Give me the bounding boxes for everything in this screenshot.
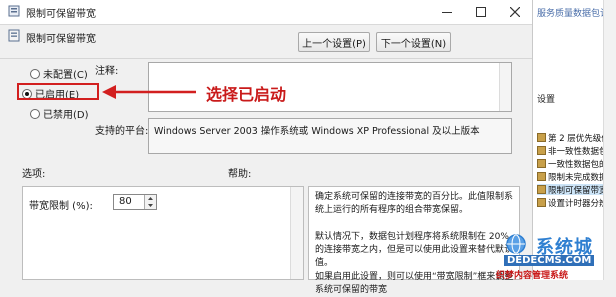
policy-item-icon: [537, 146, 546, 155]
policy-item-icon: [537, 198, 546, 207]
spin-arrows[interactable]: [144, 195, 156, 209]
comment-label: 注释:: [95, 66, 119, 77]
minimize-icon: [442, 12, 452, 13]
help-pane: 确定系统可保留的连接带宽的百分比。此值限制系统上运行的所有程序的组合带宽保留。 …: [308, 186, 520, 295]
annotation-text: 选择已启动: [206, 85, 287, 104]
annotation-highlight-box: [17, 83, 99, 100]
maximize-button[interactable]: [464, 0, 498, 24]
comment-scrollbar[interactable]: [499, 63, 511, 111]
policy-item-icon: [537, 185, 546, 194]
options-scrollbar[interactable]: [290, 187, 303, 279]
comment-textarea[interactable]: [148, 62, 512, 112]
help-paragraph: 如果启用此设置，则可以使用“带宽限制”框来调整系统可保留的带宽: [315, 272, 514, 295]
policy-setting-icon: [8, 29, 20, 42]
policy-item-icon: [537, 159, 546, 168]
help-paragraph: 确定系统可保留的连接带宽的百分比。此值限制系统上运行的所有程序的组合带宽保留。: [315, 192, 514, 215]
bandwidth-label: 带宽限制 (%):: [29, 201, 93, 212]
background-panel-section: 设置: [537, 95, 556, 105]
close-icon: [510, 7, 520, 17]
header-divider: [0, 58, 532, 59]
background-list-item[interactable]: 第 2 层优先级值: [537, 132, 610, 144]
background-list-item-selected[interactable]: 限制可保留带宽: [537, 184, 608, 196]
previous-setting-button[interactable]: 上一个设置(P): [298, 32, 370, 52]
title-bar: 限制可保留带宽: [0, 0, 532, 25]
annotation-arrow-icon: [102, 85, 196, 99]
maximize-icon: [476, 7, 486, 17]
radio-not-configured[interactable]: 未配置(C): [30, 66, 88, 81]
next-setting-button[interactable]: 下一个设置(N): [376, 32, 451, 52]
bandwidth-value[interactable]: 80: [119, 196, 132, 207]
background-list-item[interactable]: 一致性数据包的: [537, 158, 608, 170]
background-panel-header: 服务质量数据包计划程序: [537, 9, 616, 19]
policy-name: 限制可保留带宽: [26, 34, 96, 45]
radio-button[interactable]: [30, 108, 40, 119]
window-title: 限制可保留带宽: [26, 9, 96, 20]
help-label: 帮助:: [228, 169, 252, 180]
watermark: 系统城 DEDECMS.COM 织梦内容管理系统: [496, 233, 614, 281]
options-label: 选项:: [22, 169, 46, 180]
watermark-subtitle: 织梦内容管理系统: [496, 271, 569, 281]
supported-on-label: 支持的平台:: [95, 126, 149, 137]
minimize-button[interactable]: [430, 0, 464, 24]
bandwidth-spinbox[interactable]: 80: [113, 194, 157, 210]
policy-item-icon: [537, 133, 546, 142]
spin-arrows-icon: [148, 197, 153, 207]
options-pane: 带宽限制 (%): 80: [22, 186, 304, 280]
help-paragraph: 默认情况下，数据包计划程序将系统限制在 20% 的连接带宽之内，但是可以使用此设…: [315, 232, 514, 268]
supported-on-value: Windows Server 2003 操作系统或 Windows XP Pro…: [154, 126, 480, 137]
policy-app-icon: [8, 5, 20, 17]
globe-logo-icon: [506, 234, 526, 254]
policy-item-icon: [537, 172, 546, 181]
radio-disabled[interactable]: 已禁用(D): [30, 106, 89, 121]
supported-on-field: Windows Server 2003 操作系统或 Windows XP Pro…: [148, 118, 512, 154]
watermark-url: DEDECMS.COM: [504, 255, 595, 266]
radio-button[interactable]: [30, 68, 40, 79]
close-button[interactable]: [498, 0, 532, 24]
